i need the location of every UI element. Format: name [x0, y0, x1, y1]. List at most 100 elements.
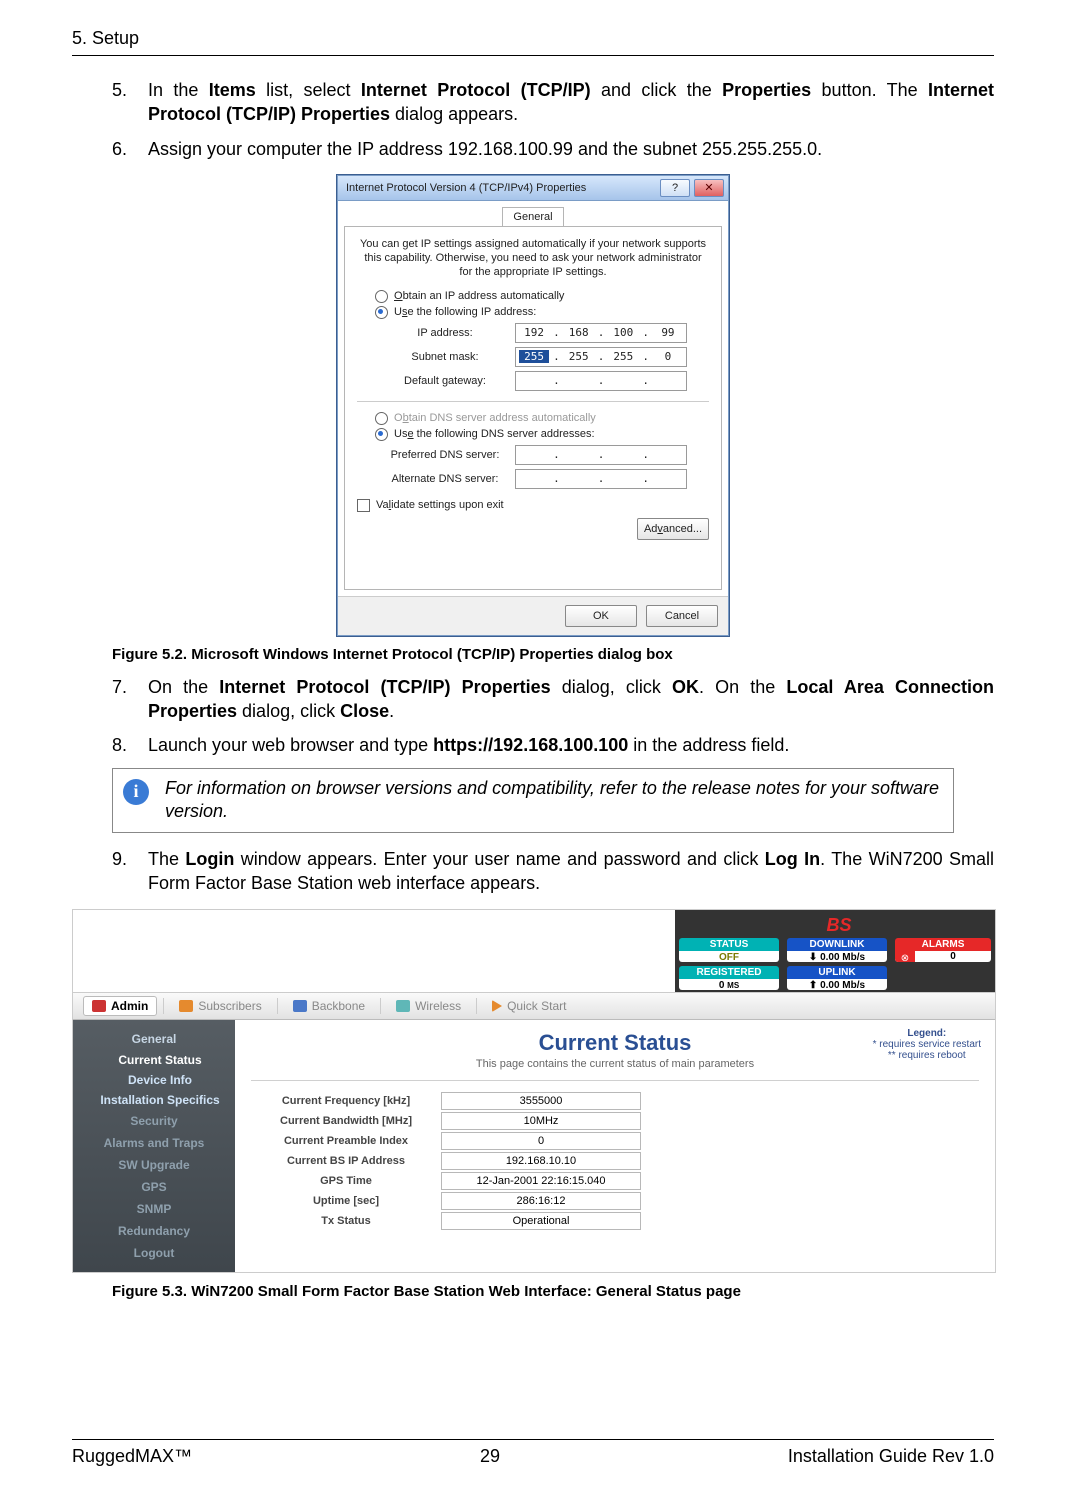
step-number: 9. [112, 847, 148, 896]
radio-label: Obtain DNS server address automatically [394, 412, 596, 424]
web-interface: BS STATUS OFF DOWNLINK ⬇ 0.00 Mb/s ALARM… [72, 909, 996, 1273]
sidebar: General Current Status Device Info Insta… [73, 1020, 235, 1272]
note-text: For information on browser versions and … [165, 777, 943, 824]
status-table: Current Frequency [kHz]3555000 Current B… [251, 1091, 979, 1231]
checkbox-icon [357, 499, 370, 512]
intro-text: You can get IP settings assigned automat… [357, 237, 709, 280]
radio-label: Use the following DNS server addresses: [394, 428, 595, 440]
step-5: 5. In the Items list, select Internet Pr… [112, 78, 994, 127]
label: Alternate DNS server: [375, 473, 515, 485]
pill-alarms: ALARMS ⊗0 ?0 ✔0 [895, 938, 991, 962]
nav-admin[interactable]: Admin [83, 996, 157, 1016]
dialog-footer: OK Cancel [338, 596, 728, 635]
step-number: 6. [112, 137, 148, 161]
close-button[interactable]: ✕ [694, 179, 724, 197]
pill-registered: REGISTERED 0 MS [679, 966, 779, 990]
footer-right: Installation Guide Rev 1.0 [788, 1446, 994, 1467]
row-value: 286:16:12 [441, 1192, 641, 1210]
admin-icon [92, 1000, 106, 1012]
field-subnet: Subnet mask: 255. 255. 255. 0 [375, 347, 709, 367]
page-header: 5. Setup [72, 28, 994, 56]
row-value: 3555000 [441, 1092, 641, 1110]
pill-downlink: DOWNLINK ⬇ 0.00 Mb/s [787, 938, 887, 962]
radio-icon [375, 428, 388, 441]
gateway-input[interactable]: . . . [515, 371, 687, 391]
sidebar-current-status[interactable]: Current Status [73, 1050, 235, 1070]
nav-backbone[interactable]: Backbone [284, 996, 374, 1016]
radio-icon [375, 306, 388, 319]
info-icon: i [123, 779, 149, 805]
step-text: Assign your computer the IP address 192.… [148, 137, 994, 161]
stats-panel: BS STATUS OFF DOWNLINK ⬇ 0.00 Mb/s ALARM… [675, 910, 995, 992]
row-value: 0 [441, 1132, 641, 1150]
sidebar-alarms[interactable]: Alarms and Traps [73, 1132, 235, 1154]
step-number: 7. [112, 675, 148, 724]
page-title: Current Status [251, 1030, 979, 1056]
dialog-title: Internet Protocol Version 4 (TCP/IPv4) P… [346, 182, 586, 194]
adns-input[interactable]: ... [515, 469, 687, 489]
step-8: 8. Launch your web browser and type http… [112, 733, 994, 757]
label: Default gateway: [375, 375, 515, 387]
label: Subnet mask: [375, 351, 515, 363]
row-value: 10MHz [441, 1112, 641, 1130]
page-footer: RuggedMAX™ 29 Installation Guide Rev 1.0 [72, 1439, 994, 1467]
figure-caption-1: Figure 5.2. Microsoft Windows Internet P… [112, 646, 994, 663]
field-gateway: Default gateway: . . . [375, 371, 709, 391]
ok-button[interactable]: OK [565, 605, 637, 627]
dialog-panel: You can get IP settings assigned automat… [344, 226, 722, 590]
row-label: GPS Time [251, 1175, 441, 1187]
figure-dialog: Internet Protocol Version 4 (TCP/IPv4) P… [72, 175, 994, 636]
row-label: Current Bandwidth [MHz] [251, 1115, 441, 1127]
radio-obtain-ip[interactable]: Obtain an IP address automatically [375, 290, 709, 303]
row-label: Tx Status [251, 1215, 441, 1227]
radio-use-ip[interactable]: Use the following IP address: [375, 306, 709, 319]
sidebar-security[interactable]: Security [73, 1110, 235, 1132]
sidebar-general[interactable]: General [73, 1028, 235, 1050]
radio-label: Obtain an IP address automatically [394, 290, 564, 302]
quickstart-icon [492, 1000, 502, 1012]
sidebar-snmp[interactable]: SNMP [73, 1198, 235, 1220]
step-text: In the Items list, select Internet Proto… [148, 78, 994, 127]
ip-input[interactable]: 192. 168. 100. 99 [515, 323, 687, 343]
row-value: 12-Jan-2001 22:16:15.040 [441, 1172, 641, 1190]
sidebar-installation[interactable]: Installation Specifics [73, 1090, 235, 1110]
tcpip-dialog: Internet Protocol Version 4 (TCP/IPv4) P… [337, 175, 729, 636]
sidebar-redundancy[interactable]: Redundancy [73, 1220, 235, 1242]
step-6: 6. Assign your computer the IP address 1… [112, 137, 994, 161]
step-text: The Login window appears. Enter your use… [148, 847, 994, 896]
step-7: 7. On the Internet Protocol (TCP/IP) Pro… [112, 675, 994, 724]
field-ip-address: IP address: 192. 168. 100. 99 [375, 323, 709, 343]
pdns-input[interactable]: ... [515, 445, 687, 465]
validate-checkbox[interactable]: Validate settings upon exit [357, 499, 709, 512]
sidebar-logout[interactable]: Logout [73, 1242, 235, 1264]
row-value: 192.168.10.10 [441, 1152, 641, 1170]
figure-caption-2: Figure 5.3. WiN7200 Small Form Factor Ba… [112, 1283, 994, 1300]
subnet-input[interactable]: 255. 255. 255. 0 [515, 347, 687, 367]
help-button[interactable]: ? [660, 179, 690, 197]
backbone-icon [293, 1000, 307, 1012]
row-label: Current Frequency [kHz] [251, 1095, 441, 1107]
nav-quickstart[interactable]: Quick Start [483, 996, 575, 1016]
wireless-icon [396, 1000, 410, 1012]
alarm-critical-icon: ⊗ [895, 951, 915, 962]
sidebar-sw-upgrade[interactable]: SW Upgrade [73, 1154, 235, 1176]
step-text: On the Internet Protocol (TCP/IP) Proper… [148, 675, 994, 724]
nav-subscribers[interactable]: Subscribers [170, 996, 270, 1016]
dialog-titlebar: Internet Protocol Version 4 (TCP/IPv4) P… [338, 176, 728, 201]
advanced-button[interactable]: Advanced... [637, 518, 709, 540]
row-label: Uptime [sec] [251, 1195, 441, 1207]
row-value: Operational [441, 1212, 641, 1230]
sidebar-device-info[interactable]: Device Info [73, 1070, 235, 1090]
cancel-button[interactable]: Cancel [646, 605, 718, 627]
tab-general[interactable]: General [502, 207, 563, 226]
main-content: Legend: * requires service restart ** re… [235, 1020, 995, 1272]
radio-use-dns[interactable]: Use the following DNS server addresses: [375, 428, 709, 441]
page-subtitle: This page contains the current status of… [251, 1058, 979, 1070]
nav-wireless[interactable]: Wireless [387, 996, 470, 1016]
row-label: Current Preamble Index [251, 1135, 441, 1147]
sidebar-gps[interactable]: GPS [73, 1176, 235, 1198]
step-9: 9. The Login window appears. Enter your … [112, 847, 994, 896]
legend: Legend: * requires service restart ** re… [873, 1028, 981, 1061]
step-number: 5. [112, 78, 148, 127]
row-label: Current BS IP Address [251, 1155, 441, 1167]
